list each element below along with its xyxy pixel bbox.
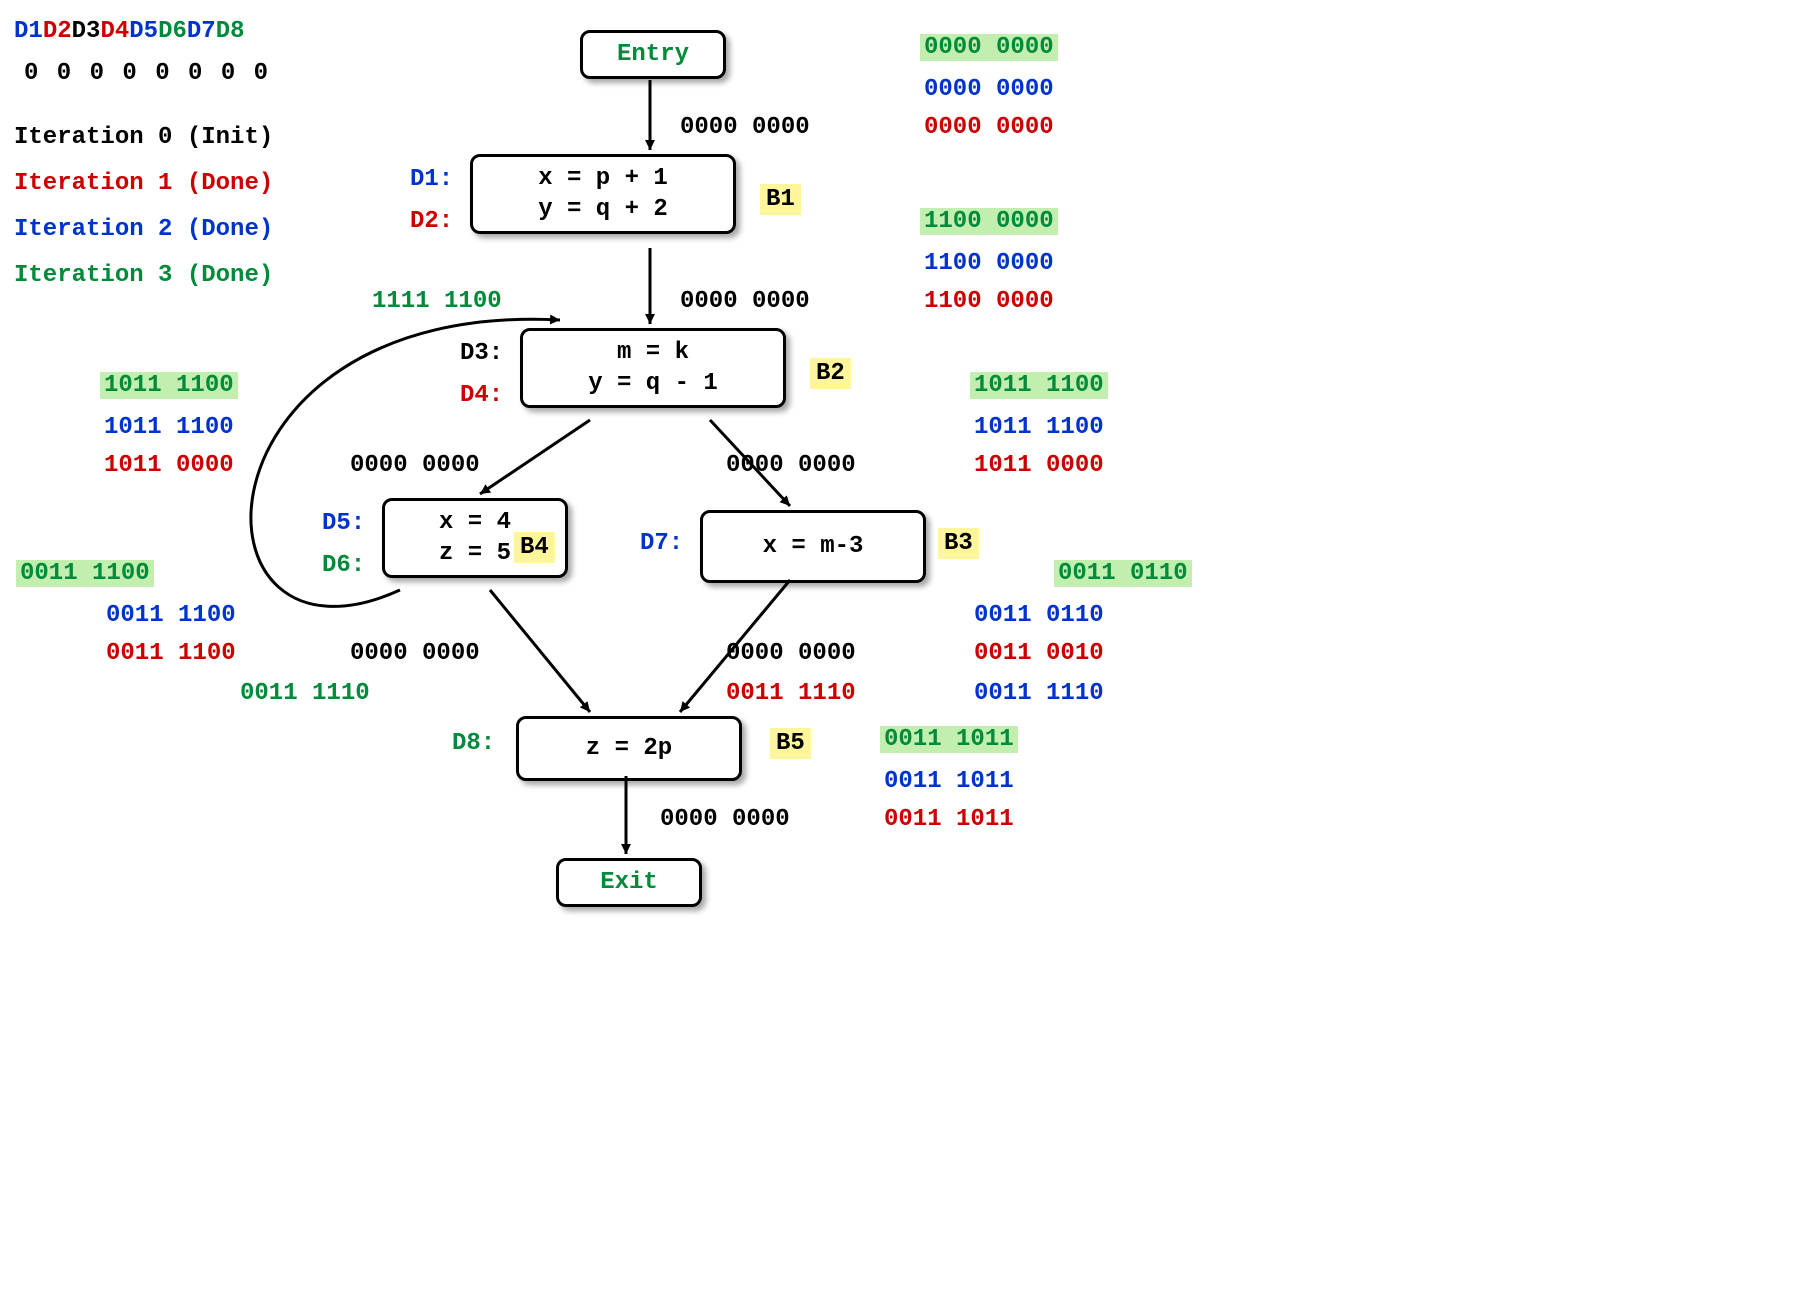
b2-left-out-it2: 1011 1100: [104, 414, 234, 441]
b2-right-out-it1: 1011 0000: [974, 452, 1104, 479]
b5-in-it2: 0011 1110: [974, 680, 1104, 707]
b2-name: B2: [810, 360, 851, 387]
b2-right-out-it0: 0000 0000: [726, 452, 856, 479]
b1-out-it0: 0000 0000: [680, 288, 810, 315]
d6-label: D6:: [322, 552, 365, 579]
b5-stmt-1: z = 2p: [519, 733, 739, 764]
edge-b2-b4: [480, 420, 590, 494]
iteration-3: Iteration 3 (Done): [14, 262, 273, 289]
d5-label: D5:: [322, 510, 365, 537]
def-header: D1D2D3D4D5D6D7D8: [14, 18, 245, 45]
node-entry: Entry: [580, 30, 726, 79]
def-d5: D5: [129, 18, 158, 45]
d3-label: D3:: [460, 340, 503, 367]
b5-in-it3: 0011 1110: [240, 680, 370, 707]
b1-stmt-2: y = q + 2: [473, 194, 733, 225]
iteration-0: Iteration 0 (Init): [14, 124, 273, 151]
b1-name: B1: [760, 186, 801, 213]
b4-out-it2: 0011 1100: [106, 602, 236, 629]
b5-out-it3: 0011 1011: [880, 726, 1018, 753]
b2-in-it3: 1111 1100: [372, 288, 502, 315]
b4-name: B4: [514, 534, 555, 561]
b2-left-out-it0: 0000 0000: [350, 452, 480, 479]
entry-label: Entry: [583, 39, 723, 70]
b3-out-it1: 0011 0010: [974, 640, 1104, 667]
node-exit: Exit: [556, 858, 702, 907]
entry-out-it2: 0000 0000: [924, 76, 1054, 103]
entry-out-it1: 0000 0000: [924, 114, 1054, 141]
b3-name: B3: [938, 530, 979, 557]
b4-out-it0: 0000 0000: [350, 640, 480, 667]
b3-out-it0: 0000 0000: [726, 640, 856, 667]
d7-label: D7:: [640, 530, 683, 557]
b4-out-it3: 0011 1100: [16, 560, 154, 587]
d2-label: D2:: [410, 208, 453, 235]
def-d8: D8: [216, 18, 245, 45]
b2-right-out-it2: 1011 1100: [974, 414, 1104, 441]
entry-out-it0: 0000 0000: [680, 114, 810, 141]
def-d3: D3: [72, 18, 101, 45]
b5-name: B5: [770, 730, 811, 757]
d4-label: D4:: [460, 382, 503, 409]
b2-right-out-it3: 1011 1100: [970, 372, 1108, 399]
b2-stmt-2: y = q - 1: [523, 368, 783, 399]
b1-out-it3: 1100 0000: [920, 208, 1058, 235]
edge-b4-b5: [490, 590, 590, 712]
entry-out-it3: 0000 0000: [920, 34, 1058, 61]
b1-out-it2: 1100 0000: [924, 250, 1054, 277]
def-d2: D2: [43, 18, 72, 45]
node-b1: x = p + 1 y = q + 2: [470, 154, 736, 234]
b1-out-it1: 1100 0000: [924, 288, 1054, 315]
node-b3: x = m-3: [700, 510, 926, 583]
b5-in-it1: 0011 1110: [726, 680, 856, 707]
def-d1: D1: [14, 18, 43, 45]
b1-stmt-1: x = p + 1: [473, 163, 733, 194]
b5-out-it0: 0000 0000: [660, 806, 790, 833]
def-zero-row: 0 0 0 0 0 0 0 0: [24, 60, 270, 87]
b4-out-it1: 0011 1100: [106, 640, 236, 667]
b5-out-it1: 0011 1011: [884, 806, 1014, 833]
def-d6: D6: [158, 18, 187, 45]
iteration-1: Iteration 1 (Done): [14, 170, 273, 197]
d8-label: D8:: [452, 730, 495, 757]
b3-out-it3: 0011 0110: [1054, 560, 1192, 587]
diagram-canvas: D1D2D3D4D5D6D7D8 0 0 0 0 0 0 0 0 Iterati…: [0, 0, 1798, 1300]
d1-label: D1:: [410, 166, 453, 193]
b2-left-out-it1: 1011 0000: [104, 452, 234, 479]
node-b5: z = 2p: [516, 716, 742, 781]
iteration-2: Iteration 2 (Done): [14, 216, 273, 243]
b5-out-it2: 0011 1011: [884, 768, 1014, 795]
b2-stmt-1: m = k: [523, 337, 783, 368]
node-b2: m = k y = q - 1: [520, 328, 786, 408]
def-d7: D7: [187, 18, 216, 45]
b3-stmt-1: x = m-3: [703, 531, 923, 562]
b3-out-it2: 0011 0110: [974, 602, 1104, 629]
def-d4: D4: [100, 18, 129, 45]
exit-label: Exit: [559, 867, 699, 898]
b2-left-out-it3: 1011 1100: [100, 372, 238, 399]
